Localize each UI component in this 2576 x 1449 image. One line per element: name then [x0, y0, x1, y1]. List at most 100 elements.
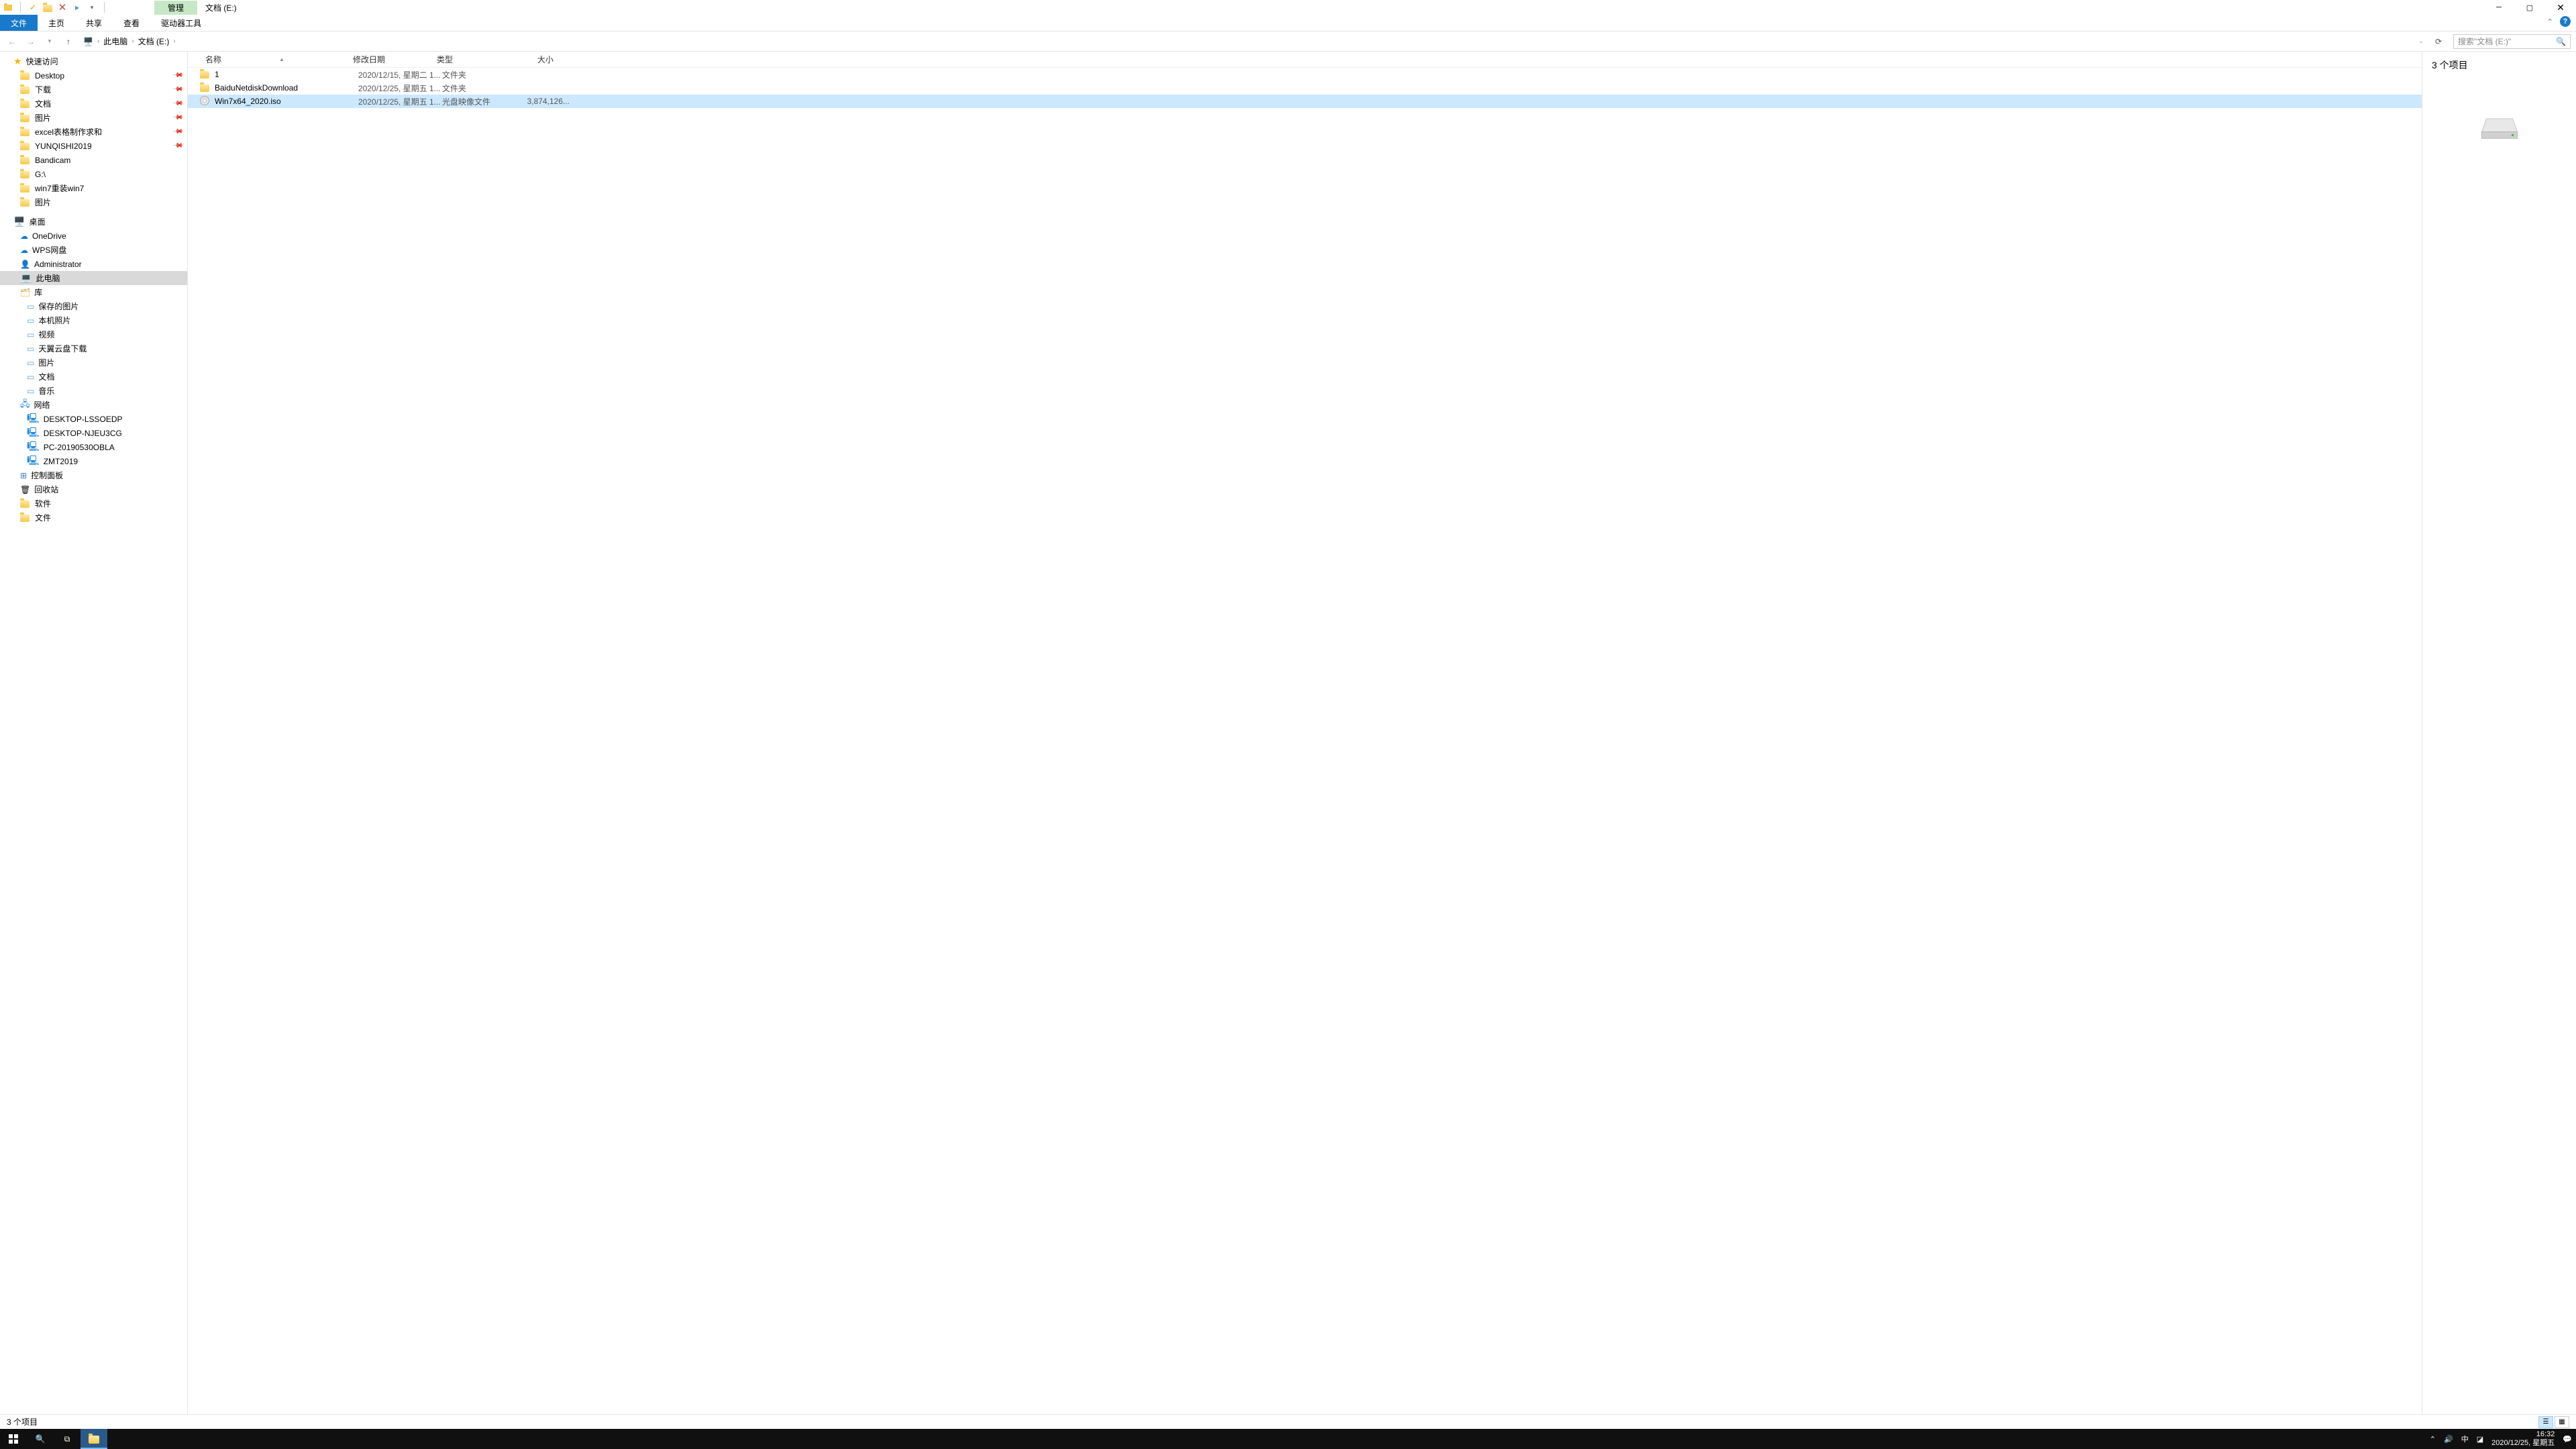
tab-home[interactable]: 主页 [38, 15, 75, 31]
tray-app-icon[interactable]: ◪ [2477, 1435, 2483, 1444]
chevron-right-icon[interactable]: › [97, 38, 99, 45]
new-folder-icon[interactable] [42, 2, 53, 13]
volume-icon[interactable]: 🔊 [2444, 1435, 2453, 1444]
contextual-tab-manage[interactable]: 管理 [154, 1, 197, 15]
column-name[interactable]: 名称▴ [200, 54, 347, 65]
delete-icon[interactable]: ✕ [57, 2, 68, 13]
tab-view[interactable]: 查看 [113, 15, 150, 31]
sidebar-item-recycle-bin[interactable]: 🗑回收站 [0, 482, 187, 496]
search-icon[interactable]: 🔍 [2556, 37, 2566, 46]
sidebar-item[interactable]: ▭本机照片 [0, 313, 187, 327]
sidebar-item-network[interactable]: 🖧网络 [0, 398, 187, 412]
pin-icon: 📌 [172, 84, 183, 95]
control-panel-icon: ⊞ [20, 471, 27, 480]
tab-drive-tools[interactable]: 驱动器工具 [150, 15, 212, 31]
column-date[interactable]: 修改日期 [347, 54, 431, 65]
view-thumbnails-button[interactable]: ▦ [2555, 1416, 2569, 1428]
sidebar-item[interactable]: G:\ [0, 167, 187, 181]
sidebar-item-computer[interactable]: 🖳DESKTOP-LSSOEDP [0, 412, 187, 426]
sidebar-item-onedrive[interactable]: ☁OneDrive [0, 229, 187, 243]
action-center-icon[interactable]: 💬 [2563, 1435, 2572, 1444]
start-button[interactable] [0, 1429, 27, 1449]
pin-icon: 📌 [172, 126, 183, 138]
sidebar-item-administrator[interactable]: 👤Administrator [0, 257, 187, 271]
sidebar-item[interactable]: 图片📌 [0, 111, 187, 125]
qat-dropdown-icon[interactable]: ▾ [87, 2, 97, 13]
breadcrumb-root[interactable]: 此电脑 [103, 36, 127, 47]
sidebar-item[interactable]: 文档📌 [0, 97, 187, 111]
file-date: 2020/12/15, 星期二 1... [358, 69, 442, 80]
chevron-right-icon[interactable]: › [173, 38, 175, 45]
sidebar-item[interactable]: excel表格制作求和📌 [0, 125, 187, 139]
tray-chevron-icon[interactable]: ⌃ [2430, 1435, 2436, 1444]
collapse-ribbon-icon[interactable]: ⌃ [2547, 17, 2553, 26]
file-type: 光盘映像文件 [442, 96, 509, 107]
sidebar-item[interactable]: ▭视频 [0, 327, 187, 341]
clock[interactable]: 16:32 2020/12/25, 星期五 [2491, 1430, 2555, 1448]
address-dropdown-icon[interactable]: ⌄ [2414, 35, 2428, 48]
breadcrumb-current[interactable]: 文档 (E:) [138, 36, 170, 47]
folder-icon [20, 85, 31, 95]
sidebar-item-libraries[interactable]: 🗂库 [0, 285, 187, 299]
sidebar-item-software[interactable]: 软件 [0, 496, 187, 511]
sidebar-item-control-panel[interactable]: ⊞控制面板 [0, 468, 187, 482]
address-bar[interactable]: 🖥️ › 此电脑 › 文档 (E:) › ⌄ ⟳ [80, 35, 2448, 48]
view-details-button[interactable]: ☰ [2538, 1416, 2553, 1428]
back-button[interactable]: ← [5, 35, 19, 48]
forward-button[interactable]: → [24, 35, 38, 48]
sidebar-item[interactable]: ▭天翼云盘下载 [0, 341, 187, 356]
file-row[interactable]: Win7x64_2020.iso2020/12/25, 星期五 1...光盘映像… [188, 95, 2422, 108]
title-bar: ✓ ✕ ▸ ▾ 管理 文档 (E:) ─ ▢ ✕ [0, 0, 2576, 15]
sidebar-item[interactable]: YUNQISHI2019📌 [0, 139, 187, 153]
sidebar-item-this-pc[interactable]: 💻此电脑 [0, 271, 187, 285]
sidebar-item[interactable]: 图片 [0, 195, 187, 209]
sidebar-item[interactable]: Desktop📌 [0, 68, 187, 83]
chevron-right-icon[interactable]: › [131, 38, 133, 45]
search-input[interactable]: 搜索"文档 (E:)" 🔍 [2453, 34, 2571, 49]
recent-dropdown-icon[interactable]: ▾ [43, 35, 56, 48]
folder-icon [20, 197, 31, 208]
navigation-pane: ★快速访问 Desktop📌下载📌文档📌图片📌excel表格制作求和📌YUNQI… [0, 52, 188, 1414]
quick-access-root[interactable]: ★快速访问 [0, 54, 187, 68]
sidebar-item[interactable]: Bandicam [0, 153, 187, 167]
taskbar: 🔍 ⧉ ⌃ 🔊 中 ◪ 16:32 2020/12/25, 星期五 💬 [0, 1429, 2576, 1449]
folder-icon [20, 99, 31, 109]
sidebar-item-computer[interactable]: 🖳PC-20190530OBLA [0, 440, 187, 454]
file-row[interactable]: BaiduNetdiskDownload2020/12/25, 星期五 1...… [188, 81, 2422, 95]
up-button[interactable]: ↑ [62, 35, 75, 48]
sidebar-item[interactable]: ▭图片 [0, 356, 187, 370]
drive-illustration [2432, 112, 2567, 142]
column-type[interactable]: 类型 [431, 54, 498, 65]
column-size[interactable]: 大小 [498, 54, 559, 65]
tab-file[interactable]: 文件 [0, 15, 38, 31]
minimize-button[interactable]: ─ [2483, 0, 2514, 15]
tab-share[interactable]: 共享 [75, 15, 113, 31]
sidebar-item-files[interactable]: 文件 [0, 511, 187, 525]
sidebar-item-computer[interactable]: 🖳DESKTOP-NJEU3CG [0, 426, 187, 440]
sidebar-item[interactable]: 下载📌 [0, 83, 187, 97]
sidebar-item[interactable]: ▭文档 [0, 370, 187, 384]
sidebar-item[interactable]: ▭音乐 [0, 384, 187, 398]
ime-indicator[interactable]: 中 [2461, 1434, 2469, 1444]
file-row[interactable]: 12020/12/15, 星期二 1...文件夹 [188, 68, 2422, 81]
help-icon[interactable]: ? [2560, 16, 2571, 27]
taskbar-explorer[interactable] [80, 1429, 107, 1449]
search-button[interactable]: 🔍 [27, 1429, 54, 1449]
close-button[interactable]: ✕ [2545, 0, 2576, 15]
file-date: 2020/12/25, 星期五 1... [358, 96, 442, 107]
desktop-root[interactable]: 🖥️桌面 [0, 215, 187, 229]
computer-icon: 🖳 [27, 453, 40, 470]
sidebar-item-wps[interactable]: ☁WPS网盘 [0, 243, 187, 257]
maximize-button[interactable]: ▢ [2514, 0, 2545, 15]
refresh-icon[interactable]: ⟳ [2432, 35, 2445, 48]
star-icon: ★ [13, 56, 22, 67]
sidebar-item[interactable]: ▭保存的图片 [0, 299, 187, 313]
task-view-button[interactable]: ⧉ [54, 1429, 80, 1449]
properties-icon[interactable]: ✓ [28, 2, 38, 13]
folder-icon [20, 169, 31, 180]
column-headers: 名称▴ 修改日期 类型 大小 [188, 52, 2422, 68]
sidebar-item[interactable]: win7重装win7 [0, 181, 187, 195]
sidebar-item-computer[interactable]: 🖳ZMT2019 [0, 454, 187, 468]
network-icon: 🖧 [20, 398, 30, 413]
undo-icon[interactable]: ▸ [72, 2, 83, 13]
